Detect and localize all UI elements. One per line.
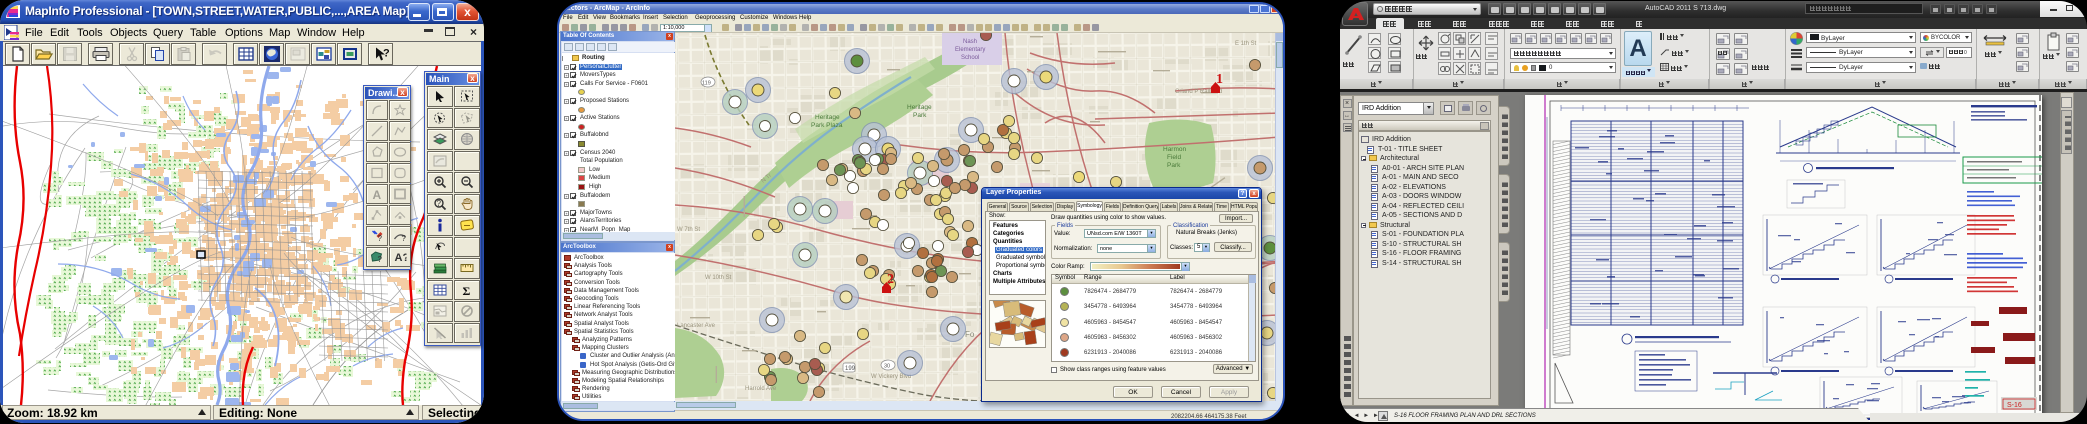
svg-text:W 10th St: W 10th St: [705, 275, 732, 281]
svg-text:Criand P Railroad: Criand P Railroad: [1175, 89, 1222, 95]
svg-text:Harmon: Harmon: [1163, 146, 1187, 153]
svg-text:Park: Park: [1167, 162, 1181, 169]
svg-text:Park Plaza: Park Plaza: [811, 122, 843, 129]
svg-text:Nash: Nash: [963, 39, 977, 45]
svg-text:199: 199: [845, 366, 856, 372]
svg-text:?: ?: [383, 48, 389, 60]
svg-text:2: 2: [887, 272, 894, 287]
svg-text:Fo: Fo: [965, 330, 975, 339]
svg-text:School: School: [961, 55, 979, 61]
svg-text:Elementary: Elementary: [955, 47, 985, 53]
svg-text:Heritage: Heritage: [815, 114, 840, 121]
svg-text:A: A: [373, 188, 382, 200]
svg-text:119: 119: [702, 81, 711, 87]
svg-text:Heritage: Heritage: [907, 104, 932, 111]
svg-text:Σ: Σ: [463, 284, 471, 296]
svg-text:W Vickery Blvd: W Vickery Blvd: [871, 374, 911, 380]
svg-text:E 1th St: E 1th St: [1235, 41, 1257, 47]
svg-text:Field: Field: [1167, 154, 1181, 161]
svg-text:Harrold Ave: Harrold Ave: [745, 386, 777, 392]
svg-text:?: ?: [402, 234, 407, 242]
svg-text:Lancaster Ave: Lancaster Ave: [677, 323, 716, 329]
svg-text:1: 1: [1216, 72, 1223, 87]
svg-text:A?: A?: [395, 252, 407, 263]
svg-text:Park: Park: [913, 112, 927, 119]
svg-text:?: ?: [378, 255, 383, 263]
svg-text:?: ?: [378, 234, 383, 242]
svg-text:N Tr: N Tr: [760, 173, 773, 185]
svg-text:?: ?: [437, 199, 442, 208]
svg-text:S-16: S-16: [2007, 402, 2022, 409]
svg-text:W 7th St: W 7th St: [677, 227, 700, 233]
svg-text:30: 30: [884, 364, 890, 370]
